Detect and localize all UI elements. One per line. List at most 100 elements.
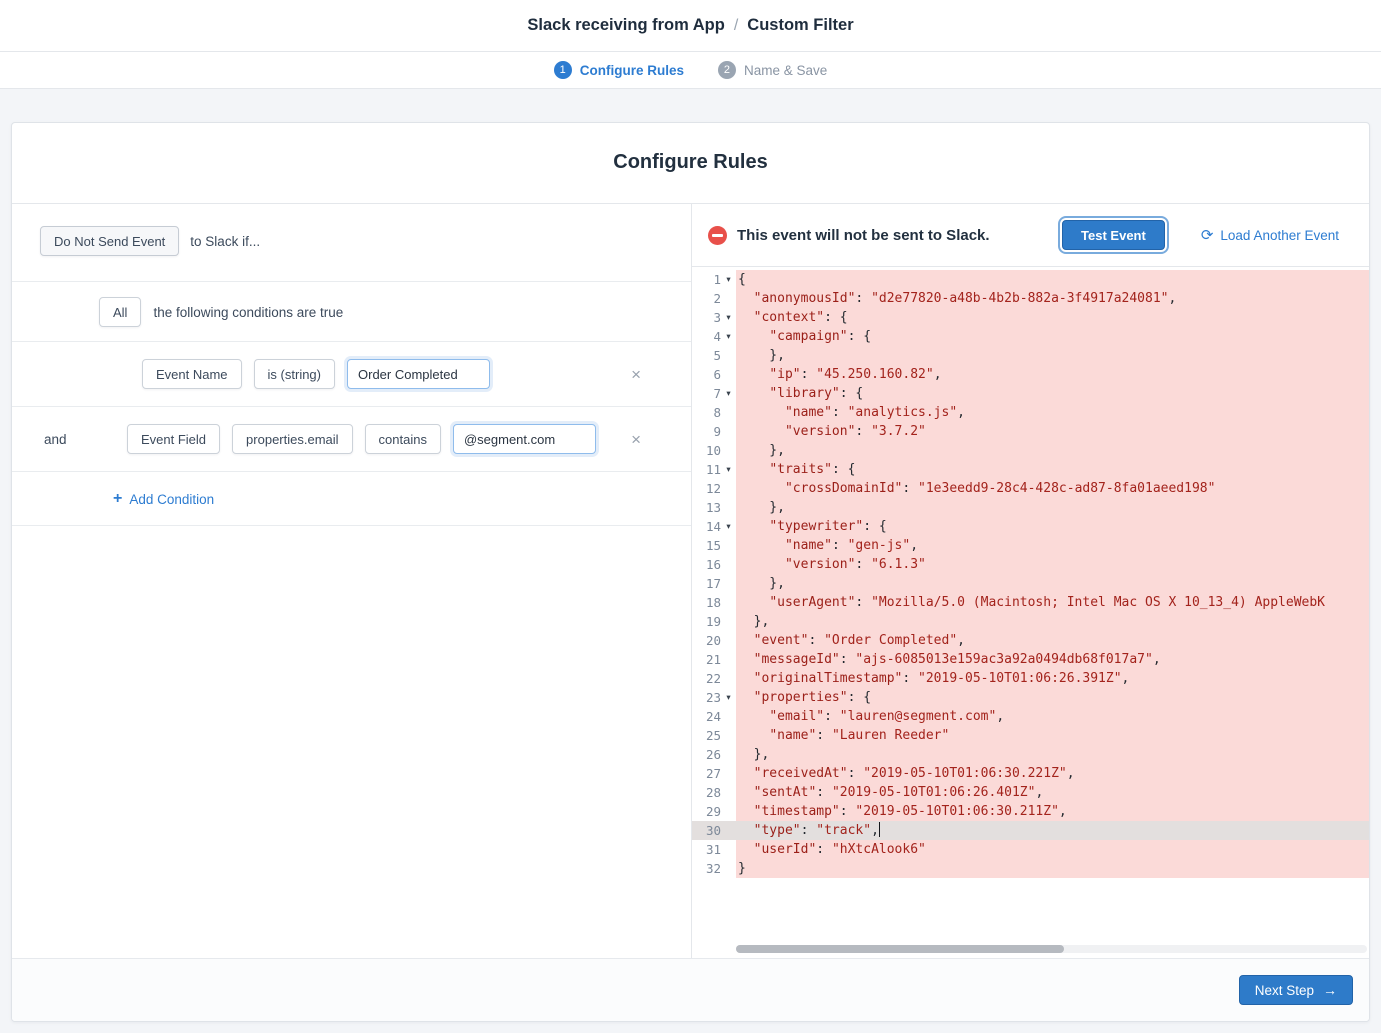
code-text[interactable]: "crossDomainId": "1e3eedd9-28c4-428c-ad8… xyxy=(736,479,1369,498)
test-event-button[interactable]: Test Event xyxy=(1062,220,1165,250)
line-gutter: 22 xyxy=(692,669,736,688)
code-line[interactable]: 30 "type": "track", xyxy=(692,821,1369,840)
line-gutter: 32 xyxy=(692,859,736,878)
event-json-editor[interactable]: 1▾{2 "anonymousId": "d2e77820-a48b-4b2b-… xyxy=(692,267,1369,958)
code-text[interactable]: "userId": "hXtcAlook6" xyxy=(736,840,1369,859)
match-type-button[interactable]: All xyxy=(99,297,141,327)
code-text[interactable]: "email": "lauren@segment.com", xyxy=(736,707,1369,726)
remove-condition-icon[interactable]: × xyxy=(631,366,641,383)
step-name-save[interactable]: 2 Name & Save xyxy=(718,61,827,79)
code-text[interactable]: "traits": { xyxy=(736,460,1369,479)
code-text[interactable]: "ip": "45.250.160.82", xyxy=(736,365,1369,384)
code-text[interactable]: "anonymousId": "d2e77820-a48b-4b2b-882a-… xyxy=(736,289,1369,308)
line-gutter: 28 xyxy=(692,783,736,802)
code-text[interactable]: } xyxy=(736,859,1369,878)
code-text[interactable]: "receivedAt": "2019-05-10T01:06:30.221Z"… xyxy=(736,764,1369,783)
code-text[interactable]: }, xyxy=(736,441,1369,460)
fold-arrow-icon[interactable]: ▾ xyxy=(721,274,736,285)
code-line[interactable]: 15 "name": "gen-js", xyxy=(692,536,1369,555)
code-line[interactable]: 24 "email": "lauren@segment.com", xyxy=(692,707,1369,726)
code-text[interactable]: "originalTimestamp": "2019-05-10T01:06:2… xyxy=(736,669,1369,688)
code-text[interactable]: "type": "track", xyxy=(736,821,1369,840)
conjunction-label: and xyxy=(44,432,115,447)
load-another-event-link[interactable]: ⟳ Load Another Event xyxy=(1201,228,1339,243)
code-line[interactable]: 17 }, xyxy=(692,574,1369,593)
rules-panel: Do Not Send Event to Slack if... All the… xyxy=(12,204,692,958)
code-text[interactable]: "properties": { xyxy=(736,688,1369,707)
code-text[interactable]: "campaign": { xyxy=(736,327,1369,346)
code-line[interactable]: 8 "name": "analytics.js", xyxy=(692,403,1369,422)
condition-operator-button[interactable]: contains xyxy=(365,424,441,454)
code-text[interactable]: "event": "Order Completed", xyxy=(736,631,1369,650)
fold-arrow-icon[interactable]: ▾ xyxy=(721,312,736,323)
fold-arrow-icon[interactable]: ▾ xyxy=(721,388,736,399)
code-text[interactable]: "name": "analytics.js", xyxy=(736,403,1369,422)
code-text[interactable]: "typewriter": { xyxy=(736,517,1369,536)
code-line[interactable]: 3▾ "context": { xyxy=(692,308,1369,327)
code-line[interactable]: 4▾ "campaign": { xyxy=(692,327,1369,346)
code-text[interactable]: }, xyxy=(736,745,1369,764)
code-line[interactable]: 5 }, xyxy=(692,346,1369,365)
condition-operator-button[interactable]: is (string) xyxy=(254,359,335,389)
code-line[interactable]: 18 "userAgent": "Mozilla/5.0 (Macintosh;… xyxy=(692,593,1369,612)
code-line[interactable]: 20 "event": "Order Completed", xyxy=(692,631,1369,650)
condition-property-button[interactable]: properties.email xyxy=(232,424,353,454)
match-suffix-text: the following conditions are true xyxy=(153,305,343,320)
code-line[interactable]: 21 "messageId": "ajs-6085013e159ac3a92a0… xyxy=(692,650,1369,669)
code-line[interactable]: 25 "name": "Lauren Reeder" xyxy=(692,726,1369,745)
remove-condition-icon[interactable]: × xyxy=(631,431,641,448)
condition-row: and Event Field properties.email contain… xyxy=(12,407,691,472)
code-line[interactable]: 27 "receivedAt": "2019-05-10T01:06:30.22… xyxy=(692,764,1369,783)
code-line[interactable]: 23▾ "properties": { xyxy=(692,688,1369,707)
fold-arrow-icon[interactable]: ▾ xyxy=(721,464,736,475)
code-text[interactable]: "name": "gen-js", xyxy=(736,536,1369,555)
code-line[interactable]: 9 "version": "3.7.2" xyxy=(692,422,1369,441)
code-line[interactable]: 14▾ "typewriter": { xyxy=(692,517,1369,536)
condition-field-button[interactable]: Event Field xyxy=(127,424,220,454)
code-line[interactable]: 2 "anonymousId": "d2e77820-a48b-4b2b-882… xyxy=(692,289,1369,308)
code-text[interactable]: "context": { xyxy=(736,308,1369,327)
code-line[interactable]: 6 "ip": "45.250.160.82", xyxy=(692,365,1369,384)
code-line[interactable]: 12 "crossDomainId": "1e3eedd9-28c4-428c-… xyxy=(692,479,1369,498)
code-line[interactable]: 10 }, xyxy=(692,441,1369,460)
filter-action-button[interactable]: Do Not Send Event xyxy=(40,226,179,256)
code-text[interactable]: "library": { xyxy=(736,384,1369,403)
horizontal-scrollbar[interactable] xyxy=(736,945,1367,953)
code-text[interactable]: "version": "3.7.2" xyxy=(736,422,1369,441)
code-line[interactable]: 31 "userId": "hXtcAlook6" xyxy=(692,840,1369,859)
code-line[interactable]: 28 "sentAt": "2019-05-10T01:06:26.401Z", xyxy=(692,783,1369,802)
code-line[interactable]: 11▾ "traits": { xyxy=(692,460,1369,479)
code-text[interactable]: "timestamp": "2019-05-10T01:06:30.211Z", xyxy=(736,802,1369,821)
code-line[interactable]: 29 "timestamp": "2019-05-10T01:06:30.211… xyxy=(692,802,1369,821)
code-text[interactable]: "messageId": "ajs-6085013e159ac3a92a0494… xyxy=(736,650,1369,669)
code-text[interactable]: "version": "6.1.3" xyxy=(736,555,1369,574)
code-text[interactable]: }, xyxy=(736,612,1369,631)
next-step-button[interactable]: Next Step → xyxy=(1239,975,1353,1005)
code-line[interactable]: 13 }, xyxy=(692,498,1369,517)
code-line[interactable]: 7▾ "library": { xyxy=(692,384,1369,403)
breadcrumb-app-link[interactable]: Slack receiving from App xyxy=(527,16,724,35)
fold-arrow-icon[interactable]: ▾ xyxy=(721,692,736,703)
fold-arrow-icon[interactable]: ▾ xyxy=(721,521,736,532)
scrollbar-thumb[interactable] xyxy=(736,945,1064,953)
add-condition-link[interactable]: Add Condition xyxy=(129,492,214,507)
condition-value-input[interactable] xyxy=(347,359,490,389)
condition-value-input[interactable] xyxy=(453,424,596,454)
code-line[interactable]: 1▾{ xyxy=(692,270,1369,289)
code-line[interactable]: 16 "version": "6.1.3" xyxy=(692,555,1369,574)
step-configure-rules[interactable]: 1 Configure Rules xyxy=(554,61,684,79)
code-text[interactable]: }, xyxy=(736,574,1369,593)
code-text[interactable]: { xyxy=(736,270,1369,289)
code-text[interactable]: }, xyxy=(736,498,1369,517)
condition-field-button[interactable]: Event Name xyxy=(142,359,242,389)
code-line[interactable]: 19 }, xyxy=(692,612,1369,631)
code-text[interactable]: "userAgent": "Mozilla/5.0 (Macintosh; In… xyxy=(736,593,1369,612)
code-text[interactable]: "name": "Lauren Reeder" xyxy=(736,726,1369,745)
code-text[interactable]: "sentAt": "2019-05-10T01:06:26.401Z", xyxy=(736,783,1369,802)
code-line[interactable]: 32} xyxy=(692,859,1369,878)
code-line[interactable]: 22 "originalTimestamp": "2019-05-10T01:0… xyxy=(692,669,1369,688)
fold-arrow-icon[interactable]: ▾ xyxy=(721,331,736,342)
code-line[interactable]: 26 }, xyxy=(692,745,1369,764)
line-gutter: 2 xyxy=(692,289,736,308)
code-text[interactable]: }, xyxy=(736,346,1369,365)
